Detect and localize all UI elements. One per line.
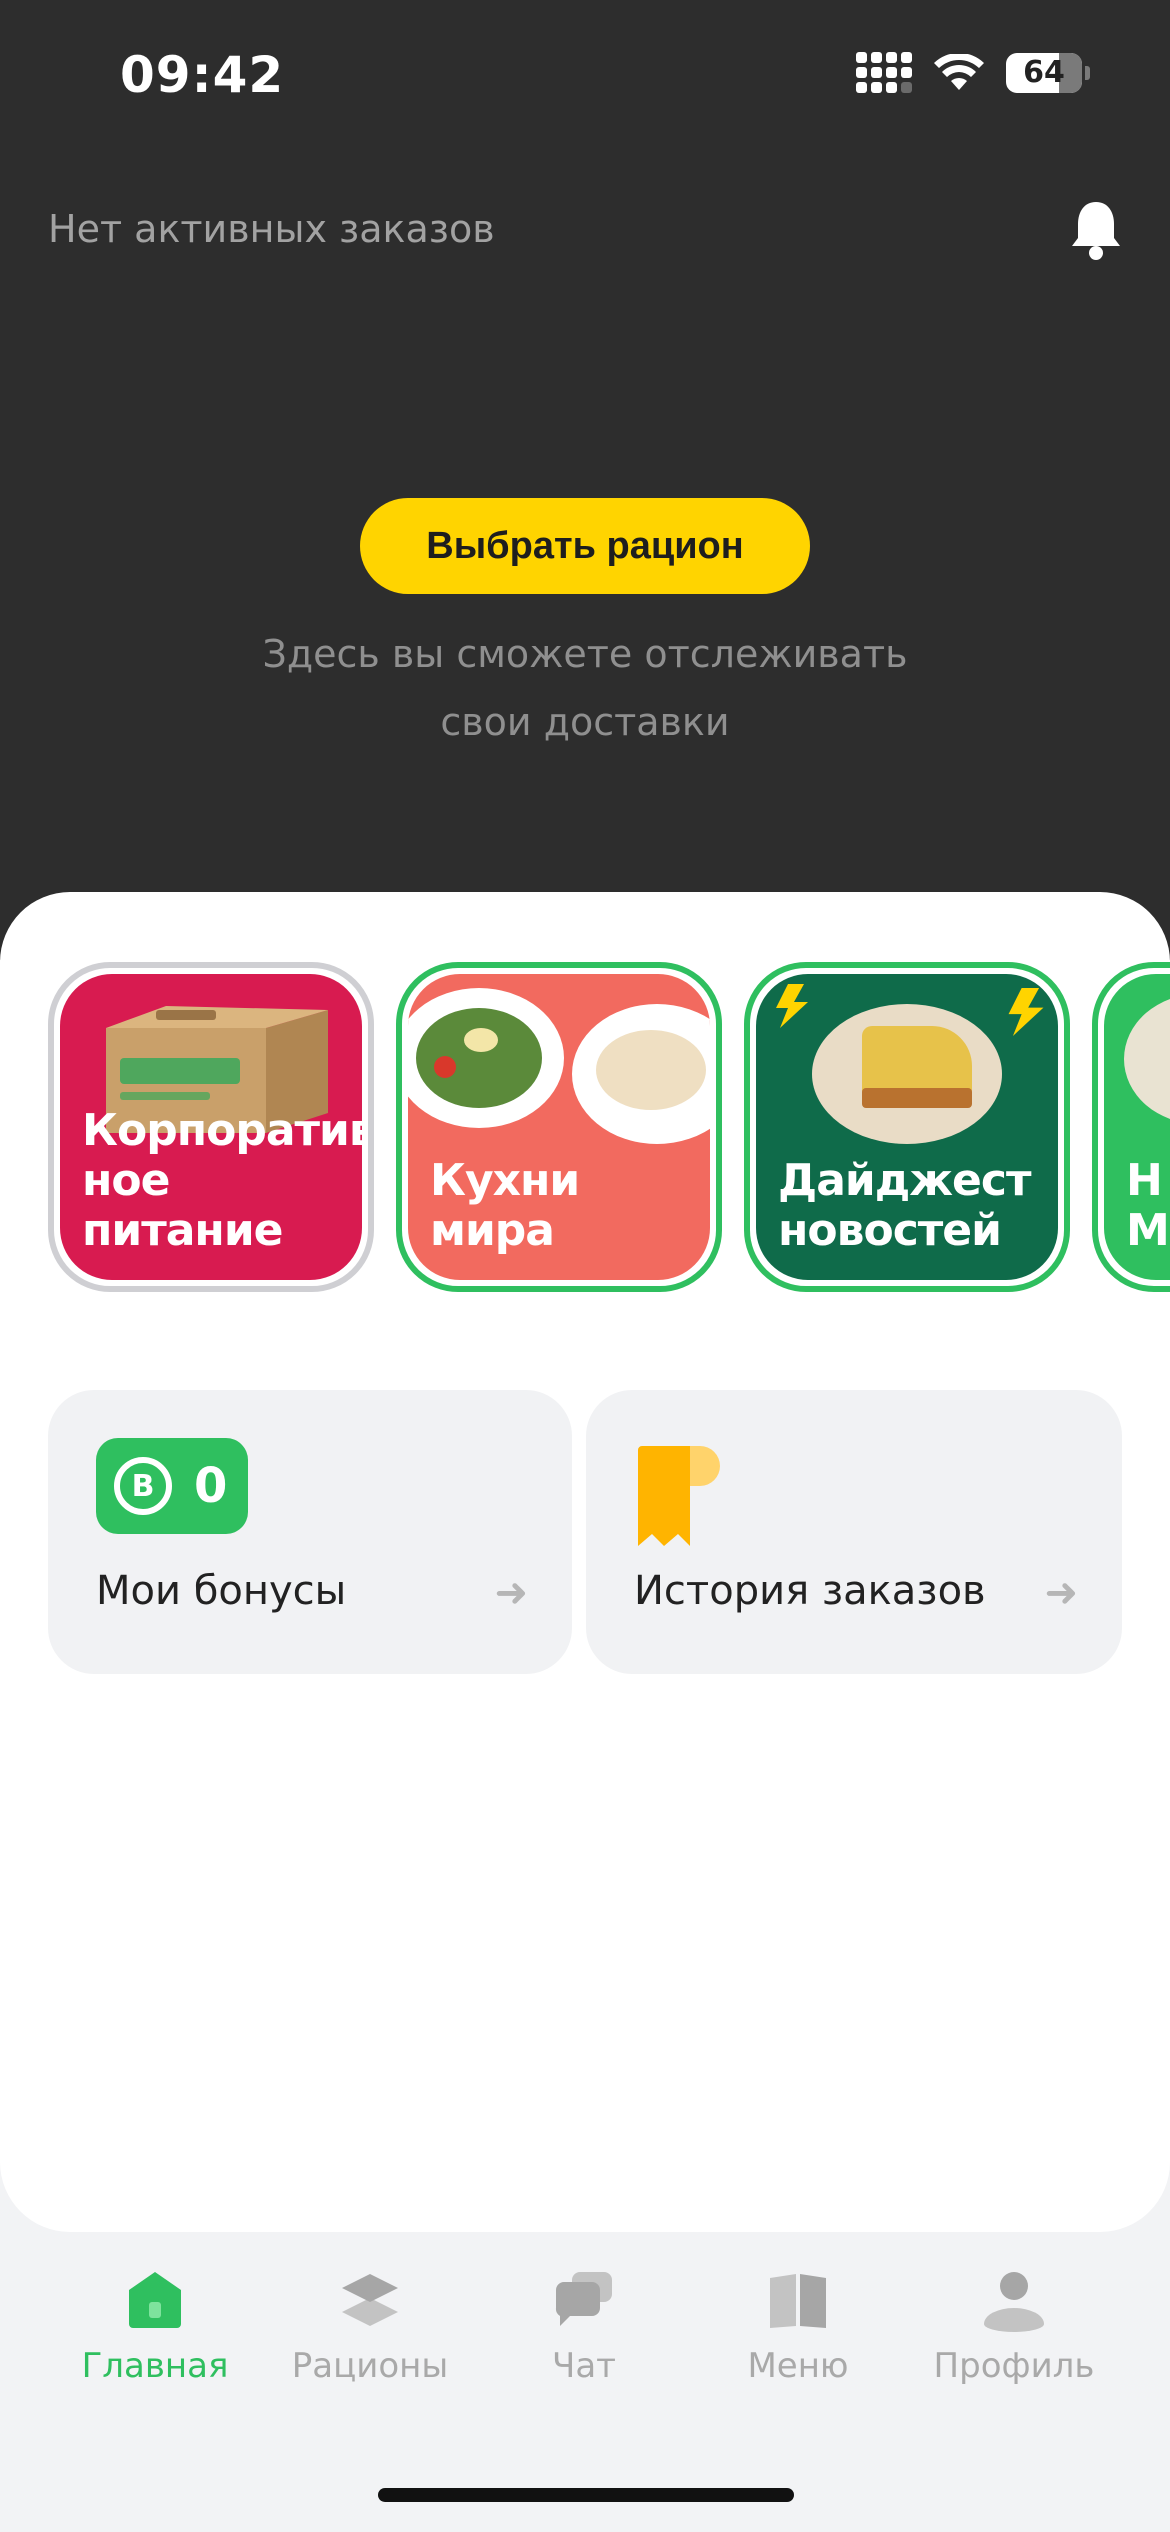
tab-label: Рационы xyxy=(291,2346,449,2386)
tab-label: Чат xyxy=(552,2346,616,2386)
order-history-tile[interactable]: История заказов ➜ xyxy=(586,1390,1122,1674)
tab-bar: Главная Рационы Чат Меню Профиль xyxy=(0,2232,1170,2532)
story-world-cuisines-cover: Кухни мира xyxy=(408,974,710,1280)
home-icon xyxy=(129,2272,181,2328)
tab-chat[interactable]: Чат xyxy=(484,2268,684,2386)
story-world-cuisines[interactable]: Кухни мира xyxy=(396,962,722,1292)
battery-icon: 64 xyxy=(1006,52,1090,93)
story-title-line-2: Ме xyxy=(1126,1205,1170,1256)
my-bonuses-label: Мои бонусы xyxy=(96,1568,347,1614)
home-indicator[interactable] xyxy=(378,2488,794,2502)
order-history-label: История заказов xyxy=(634,1568,986,1614)
tab-label: Профиль xyxy=(933,2346,1095,2386)
status-time: 09:42 xyxy=(120,46,285,104)
story-news-digest-cover: Дайджест новостей xyxy=(756,974,1058,1280)
story-title-line-2: ное питание xyxy=(82,1155,283,1256)
story-corporate-cover: Корпоратив ное питание xyxy=(60,974,362,1280)
bonus-count: 0 xyxy=(194,1458,228,1514)
layers-icon xyxy=(342,2274,398,2326)
pie-plate-image xyxy=(812,1004,1002,1144)
bookmark-icon xyxy=(638,1446,720,1546)
story-title-line-1: Н xyxy=(1126,1155,1163,1206)
dumplings-plate-image xyxy=(572,1004,710,1144)
bonus-badge: B 0 xyxy=(96,1438,248,1534)
tab-profile[interactable]: Профиль xyxy=(914,2268,1114,2386)
salad-plate-image xyxy=(408,988,564,1128)
tab-label: Главная xyxy=(81,2346,229,2386)
bowl-image xyxy=(1124,994,1170,1124)
book-icon xyxy=(770,2274,826,2328)
hint-line-2: свои доставки xyxy=(440,700,730,744)
stories-carousel[interactable]: Корпоратив ное питание Кухни мира Дайдже… xyxy=(48,962,1170,1292)
battery-level: 64 xyxy=(1023,55,1065,90)
story-partial[interactable]: Н Ме xyxy=(1092,962,1170,1292)
story-title-line-2: новостей xyxy=(778,1205,1002,1256)
lightning-icon xyxy=(1008,988,1044,1036)
tab-menu[interactable]: Меню xyxy=(698,2268,898,2386)
hint-line-1: Здесь вы сможете отслеживать xyxy=(262,632,908,676)
notifications-bell-icon[interactable] xyxy=(1068,198,1124,262)
choose-ration-button[interactable]: Выбрать рацион xyxy=(360,498,810,594)
story-title-line-1: Дайджест xyxy=(778,1155,1031,1206)
bonus-coin-icon: B xyxy=(114,1457,172,1515)
arrow-right-icon: ➜ xyxy=(494,1570,528,1616)
no-active-orders-text: Нет активных заказов xyxy=(48,207,495,251)
story-partial-cover: Н Ме xyxy=(1104,974,1170,1280)
profile-icon xyxy=(984,2272,1044,2332)
cellular-signal-icon xyxy=(856,52,912,93)
quick-tiles: B 0 Мои бонусы ➜ История заказов ➜ xyxy=(48,1390,1122,1674)
tab-rations[interactable]: Рационы xyxy=(270,2268,470,2386)
tab-home[interactable]: Главная xyxy=(55,2268,255,2386)
tab-label: Меню xyxy=(747,2346,849,2386)
story-title-line-2: Кухни мира xyxy=(430,1155,580,1256)
chat-icon xyxy=(555,2272,612,2326)
status-icons: 64 xyxy=(856,52,1090,93)
arrow-right-icon: ➜ xyxy=(1044,1570,1078,1616)
wifi-icon xyxy=(934,53,984,90)
story-corporate[interactable]: Корпоратив ное питание xyxy=(48,962,374,1292)
lightning-icon xyxy=(776,984,808,1028)
story-news-digest[interactable]: Дайджест новостей xyxy=(744,962,1070,1292)
my-bonuses-tile[interactable]: B 0 Мои бонусы ➜ xyxy=(48,1390,572,1674)
home-content: Корпоратив ное питание Кухни мира Дайдже… xyxy=(0,892,1170,2232)
story-title-line-1: Корпоратив xyxy=(82,1105,362,1156)
deliveries-hint: Здесь вы сможете отслеживать свои достав… xyxy=(200,620,970,756)
orders-header: 09:42 64 Нет активных заказов Выбрать ра… xyxy=(0,0,1170,960)
